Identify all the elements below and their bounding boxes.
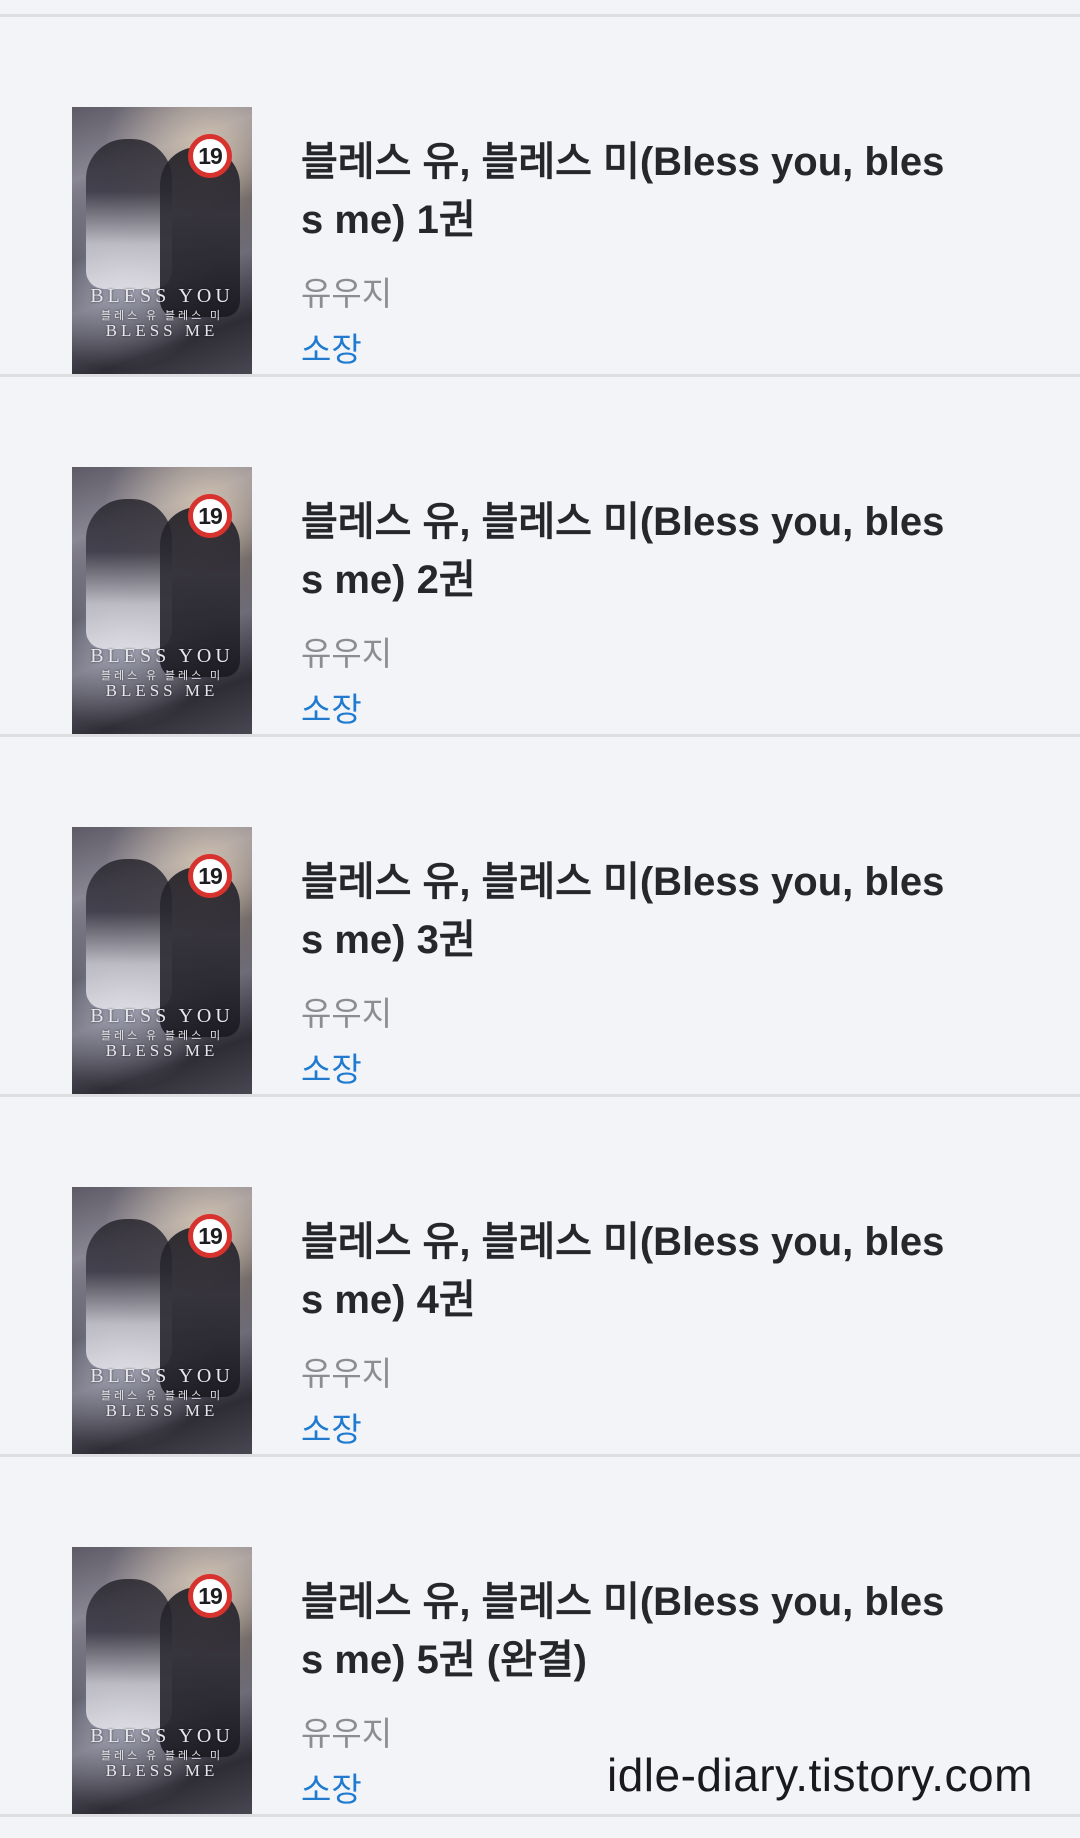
- age-rating-badge: 19: [188, 854, 232, 898]
- book-title[interactable]: 블레스 유, 블레스 미(Bless you, bless me) 5권 (완결…: [301, 1573, 951, 1689]
- book-author: 유우지: [301, 635, 393, 672]
- cover-title2-text: BLESS ME: [105, 1761, 219, 1780]
- book-status: 소장: [301, 1411, 362, 1448]
- book-title[interactable]: 블레스 유, 블레스 미(Bless you, bless me) 3권: [301, 853, 951, 969]
- book-item-4[interactable]: BLESS YOU 블레스 유 블레스 미 BLESS ME 19 블레스 유,…: [0, 1097, 1080, 1457]
- book-status: 소장: [301, 691, 362, 728]
- cover-title2-text: BLESS ME: [105, 1041, 219, 1060]
- book-status: 소장: [301, 1771, 362, 1808]
- book-status: 소장: [301, 1051, 362, 1088]
- cover-title-text: BLESS YOU: [90, 645, 234, 667]
- book-author: 유우지: [301, 275, 393, 312]
- cover-title-text: BLESS YOU: [90, 285, 234, 307]
- book-author: 유우지: [301, 1355, 393, 1392]
- book-item-3[interactable]: BLESS YOU 블레스 유 블레스 미 BLESS ME 19 블레스 유,…: [0, 737, 1080, 1097]
- cover-title2-text: BLESS ME: [105, 1401, 219, 1420]
- cover-title2-text: BLESS ME: [105, 681, 219, 700]
- watermark-text: idle-diary.tistory.com: [607, 1749, 1033, 1801]
- age-rating-badge: 19: [188, 1574, 232, 1618]
- age-rating-badge: 19: [188, 494, 232, 538]
- cover-title2-text: BLESS ME: [105, 321, 219, 340]
- age-rating-badge: 19: [188, 1214, 232, 1258]
- book-item-1[interactable]: BLESS YOU 블레스 유 블레스 미 BLESS ME 19 블레스 유,…: [0, 17, 1080, 377]
- book-title[interactable]: 블레스 유, 블레스 미(Bless you, bless me) 4권: [301, 1213, 951, 1329]
- book-item-2[interactable]: BLESS YOU 블레스 유 블레스 미 BLESS ME 19 블레스 유,…: [0, 377, 1080, 737]
- cover-title-text: BLESS YOU: [90, 1005, 234, 1027]
- cover-title-text: BLESS YOU: [90, 1365, 234, 1387]
- age-rating-badge: 19: [188, 134, 232, 178]
- book-title[interactable]: 블레스 유, 블레스 미(Bless you, bless me) 1권: [301, 133, 951, 249]
- book-status: 소장: [301, 331, 362, 368]
- item-divider: [0, 1814, 1080, 1817]
- book-title[interactable]: 블레스 유, 블레스 미(Bless you, bless me) 2권: [301, 493, 951, 609]
- book-author: 유우지: [301, 995, 393, 1032]
- book-author: 유우지: [301, 1715, 393, 1752]
- cover-title-text: BLESS YOU: [90, 1725, 234, 1747]
